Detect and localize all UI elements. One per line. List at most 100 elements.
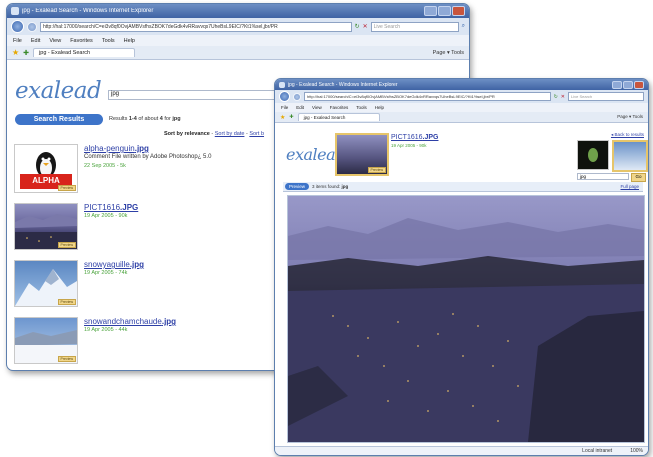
result-meta: 22 Sep 2005 - 5k — [84, 163, 126, 169]
sort-date-link[interactable]: Sort by date — [215, 131, 245, 137]
front-tab-bar: ★ ✚ jpg - Exalead Search Page ▾ Tools — [275, 112, 648, 123]
close-icon[interactable] — [452, 6, 465, 16]
back-title-bar[interactable]: jpg - Exalead Search - Windows Internet … — [7, 4, 469, 18]
minimize-icon[interactable] — [612, 80, 622, 89]
back-live-search-input[interactable]: Live Search — [370, 21, 459, 32]
menu-view[interactable]: View — [49, 38, 61, 44]
results-query: jpg — [172, 116, 181, 122]
window-controls — [424, 6, 465, 16]
favorites-star-icon[interactable]: ★ — [12, 48, 19, 57]
front-query-input[interactable]: jpg — [577, 173, 629, 180]
result-name: PICT1616 — [84, 203, 121, 212]
front-page-content: exalead Preview PICT1616.JPG 19 Apr 2005… — [275, 123, 648, 445]
menu-tools[interactable]: Tools — [102, 38, 115, 44]
result-title-snowandchamchaude[interactable]: snowandchamchaude.jpg — [84, 317, 176, 326]
close-icon[interactable] — [634, 80, 644, 89]
results-summary: Results 1-4 of about 4 for jpg — [109, 116, 181, 122]
menu-help[interactable]: Help — [124, 38, 135, 44]
front-url-input[interactable]: http://hal:17000/search/C=ei3v8qf0OvjAMB… — [304, 92, 551, 101]
selected-file-title[interactable]: PICT1616.JPG — [391, 134, 438, 141]
back-address-bar: http://hal:17000/search/C=ei3v8qf0OvjAMB… — [7, 18, 469, 35]
forward-arrow-icon[interactable] — [293, 92, 301, 101]
preview-badge[interactable]: Preview — [57, 356, 76, 362]
front-title-bar[interactable]: jpg - Exalead Search - Windows Internet … — [275, 79, 648, 90]
forward-arrow-icon[interactable] — [27, 21, 37, 32]
penguin-dark-image — [588, 148, 598, 162]
front-window-title: jpg - Exalead Search - Windows Internet … — [288, 81, 398, 88]
result-thumbnail-alpha-penguin[interactable]: ALPHA Preview — [14, 144, 78, 193]
search-results-pill[interactable]: Search Results — [15, 114, 103, 125]
menu-view[interactable]: View — [312, 105, 322, 110]
preview-badge[interactable]: Preview — [57, 242, 76, 248]
back-tools-label[interactable]: Page ▾ Tools — [433, 50, 464, 56]
exalead-logo[interactable]: exalead — [15, 78, 102, 104]
front-query-text: jpg — [580, 174, 587, 179]
menu-edit[interactable]: Edit — [296, 105, 304, 110]
back-arrow-icon[interactable] — [279, 91, 290, 102]
result-thumbnail-pict1616[interactable]: Preview — [14, 203, 78, 250]
full-page-link[interactable]: Full page — [620, 183, 639, 190]
window-controls — [612, 80, 644, 89]
maximize-icon[interactable] — [438, 6, 451, 16]
result-ext: .jpg — [134, 144, 149, 153]
stop-icon[interactable]: ✕ — [363, 23, 368, 30]
zoom-level[interactable]: 100% — [630, 448, 643, 454]
result-title-pict1616[interactable]: PICT1616.JPG — [84, 203, 138, 212]
search-icon[interactable]: ⌕ — [462, 23, 465, 30]
maximize-icon[interactable] — [623, 80, 633, 89]
result-title-alpha-penguin[interactable]: alpha-penguin.jpg — [84, 144, 149, 153]
refresh-icon[interactable]: ↻ — [554, 94, 558, 100]
stop-icon[interactable]: ✕ — [561, 94, 565, 100]
menu-favorites[interactable]: Favorites — [70, 38, 93, 44]
menu-file[interactable]: File — [13, 38, 22, 44]
favorites-star-icon[interactable]: ★ — [280, 114, 285, 121]
result-ext: .JPG — [120, 203, 139, 212]
go-button[interactable]: Go — [631, 173, 646, 182]
result-name: alpha-penguin — [84, 144, 135, 153]
back-tab-jpg[interactable]: jpg - Exalead Search — [33, 48, 136, 57]
items-found: 3 items found: jpg — [312, 183, 348, 190]
back-url-input[interactable]: http://hal:17000/search/C=ei3v8qf0OvjAMB… — [40, 21, 352, 32]
preview-badge[interactable]: Preview — [57, 185, 76, 191]
preview-bar: Preview 3 items found: jpg Full page — [283, 182, 643, 192]
menu-help[interactable]: Help — [375, 105, 384, 110]
preview-badge[interactable]: Preview — [57, 299, 76, 305]
add-favorite-icon[interactable]: ✚ — [23, 49, 29, 57]
result-thumbnail-snowandchamchaude[interactable]: Preview — [14, 317, 78, 364]
selected-file-meta: 19 Apr 2005 - 90k — [391, 143, 427, 148]
menu-file[interactable]: File — [281, 105, 288, 110]
result-meta: 19 Apr 2005 - 74k — [84, 270, 128, 276]
result-meta: 19 Apr 2005 - 90k — [84, 213, 128, 219]
front-tools-label[interactable]: Page ▾ Tools — [617, 114, 643, 120]
selected-file-thumbnail[interactable]: Preview — [335, 133, 389, 176]
menu-favorites[interactable]: Favorites — [330, 105, 349, 110]
items-found-prefix: 3 items found: — [312, 184, 342, 189]
result-description: Comment File written by Adobe Photoshop¿… — [84, 154, 212, 160]
minimize-icon[interactable] — [424, 6, 437, 16]
sort-more-link[interactable]: Sort b — [249, 131, 264, 137]
status-zone: Local intranet — [582, 448, 613, 454]
file-ext: .JPG — [422, 134, 439, 141]
refresh-icon[interactable]: ↻ — [355, 23, 360, 30]
menu-tools[interactable]: Tools — [356, 105, 367, 110]
result-ext: .jpg — [129, 260, 145, 269]
result-title-snowyaguille[interactable]: snowyaguille.jpg — [84, 260, 144, 269]
preview-badge[interactable]: Preview — [367, 167, 386, 173]
back-window-title: jpg - Exalead Search - Windows Internet … — [22, 8, 154, 14]
add-favorite-icon[interactable]: ✚ — [289, 114, 293, 120]
result-thumbnail-snowyaguille[interactable]: Preview — [14, 260, 78, 307]
side-thumbnail-mountain[interactable] — [612, 140, 648, 172]
file-name: PICT1616 — [391, 134, 423, 141]
result-meta: 19 Apr 2005 - 44k — [84, 327, 128, 333]
results-range: 1-4 — [128, 116, 137, 122]
front-tab-jpg[interactable]: jpg - Exalead Search — [297, 113, 380, 121]
preview-tab[interactable]: Preview — [285, 183, 310, 190]
menu-edit[interactable]: Edit — [31, 38, 40, 44]
front-live-search-input[interactable]: Live Search — [568, 92, 644, 101]
back-to-results-link[interactable]: ◂ Back to results — [611, 132, 644, 138]
side-thumbnail-penguin[interactable] — [577, 140, 609, 170]
alpha-thumb-label: ALPHA — [32, 176, 60, 185]
front-status-bar: Local intranet 100% — [275, 446, 648, 455]
items-found-query: jpg — [341, 184, 349, 189]
back-arrow-icon[interactable] — [11, 20, 24, 33]
